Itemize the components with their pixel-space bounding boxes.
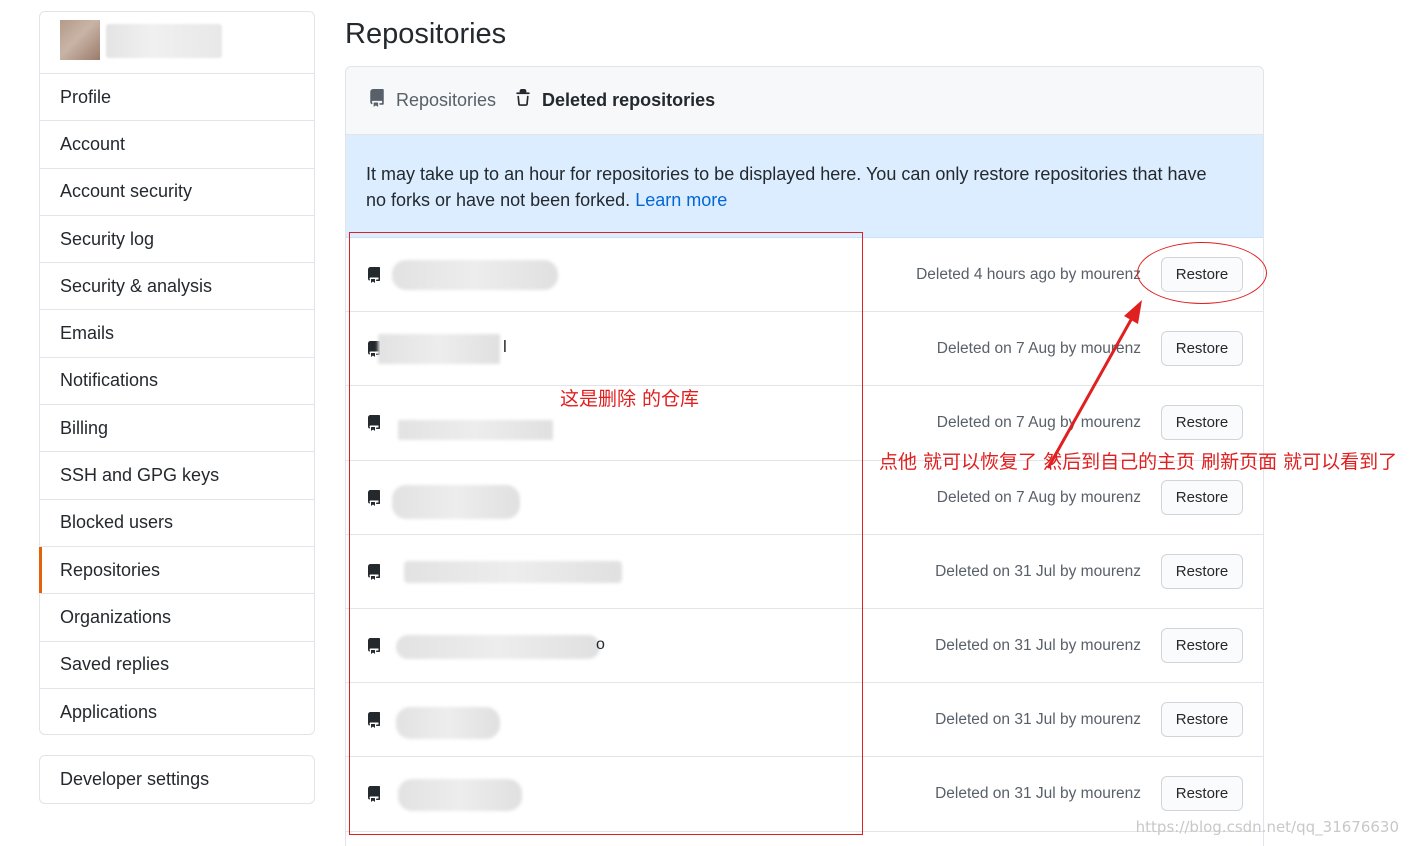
sidebar-item-security-analysis[interactable]: Security & analysis (40, 263, 314, 311)
sidebar-item-billing[interactable]: Billing (40, 405, 314, 453)
deleted-meta: Deleted on 7 Aug by mourenz (936, 340, 1141, 358)
settings-sidebar: Profile Account Account security Securit… (39, 11, 315, 735)
deleted-meta: Deleted on 31 Jul by mourenz (935, 562, 1141, 580)
sidebar-item-label: Saved replies (60, 654, 170, 675)
tab-repositories[interactable]: Repositories (368, 88, 496, 113)
trash-icon (514, 88, 532, 113)
repo-icon (368, 88, 386, 113)
sidebar-item-security-log[interactable]: Security log (40, 216, 314, 264)
watermark: https://blog.csdn.net/qq_31676630 (1135, 818, 1399, 836)
sidebar-item-blocked-users[interactable]: Blocked users (40, 500, 314, 547)
sidebar-item-label: Organizations (60, 606, 172, 627)
restore-button[interactable]: Restore (1161, 553, 1243, 589)
restore-button[interactable]: Restore (1161, 627, 1243, 663)
deleted-meta: Deleted on 31 Jul by mourenz (935, 636, 1141, 654)
tab-deleted-repositories[interactable]: Deleted repositories (514, 88, 715, 113)
restore-button[interactable]: Restore (1161, 331, 1243, 367)
sidebar-item-label: Account (60, 133, 126, 154)
annotation-ellipse (1137, 242, 1267, 304)
repo-tabs: Repositories Deleted repositories (346, 67, 1263, 135)
avatar[interactable] (60, 20, 100, 60)
info-notice: It may take up to an hour for repositori… (346, 135, 1263, 238)
sidebar-item-ssh-gpg-keys[interactable]: SSH and GPG keys (40, 452, 314, 500)
sidebar-item-label: Profile (60, 86, 112, 107)
sidebar-item-emails[interactable]: Emails (40, 310, 314, 358)
sidebar-item-developer-settings[interactable]: Developer settings (39, 755, 315, 804)
sidebar-item-saved-replies[interactable]: Saved replies (40, 642, 314, 689)
sidebar-item-label: Applications (60, 702, 158, 722)
notice-text: It may take up to an hour for repositori… (366, 164, 1207, 210)
sidebar-item-label: Notifications (60, 370, 159, 391)
restore-button[interactable]: Restore (1161, 405, 1243, 441)
deleted-meta: Deleted 4 hours ago by mourenz (916, 266, 1141, 283)
deleted-meta: Deleted on 31 Jul by mourenz (935, 785, 1141, 803)
sidebar-item-applications[interactable]: Applications (40, 689, 314, 736)
sidebar-item-account[interactable]: Account (40, 121, 314, 169)
sidebar-item-label: Developer settings (60, 769, 210, 789)
sidebar-item-label: SSH and GPG keys (60, 465, 220, 486)
annotation-deleted-label: 这是删除 的仓库 (560, 388, 700, 410)
sidebar-item-label: Blocked users (60, 512, 174, 533)
sidebar-item-repositories[interactable]: Repositories (39, 546, 314, 595)
sidebar-item-label: Emails (60, 323, 115, 344)
restore-button[interactable]: Restore (1161, 479, 1243, 515)
learn-more-link[interactable]: Learn more (635, 190, 727, 210)
sidebar-item-notifications[interactable]: Notifications (40, 358, 314, 406)
blurred-username (106, 24, 222, 58)
sidebar-item-profile[interactable]: Profile (40, 74, 314, 122)
sidebar-user-header (40, 12, 314, 74)
annotation-instruction: 点他 就可以恢复了 然后到自己的主页 刷新页面 就可以看到了 (879, 451, 1398, 473)
tab-label: Deleted repositories (542, 90, 716, 110)
sidebar-item-account-security[interactable]: Account security (40, 169, 314, 216)
tab-label: Repositories (396, 90, 497, 110)
deleted-meta: Deleted on 31 Jul by mourenz (935, 711, 1141, 729)
annotation-box (349, 232, 863, 835)
sidebar-item-organizations[interactable]: Organizations (40, 594, 314, 642)
page-title: Repositories (345, 18, 507, 50)
sidebar-item-label: Repositories (60, 559, 161, 580)
sidebar-item-label: Security & analysis (60, 275, 213, 296)
restore-button[interactable]: Restore (1161, 702, 1243, 738)
restore-button[interactable]: Restore (1161, 776, 1243, 812)
sidebar-item-label: Billing (60, 417, 109, 438)
sidebar-item-label: Security log (60, 228, 155, 249)
sidebar-item-label: Account security (60, 181, 193, 202)
